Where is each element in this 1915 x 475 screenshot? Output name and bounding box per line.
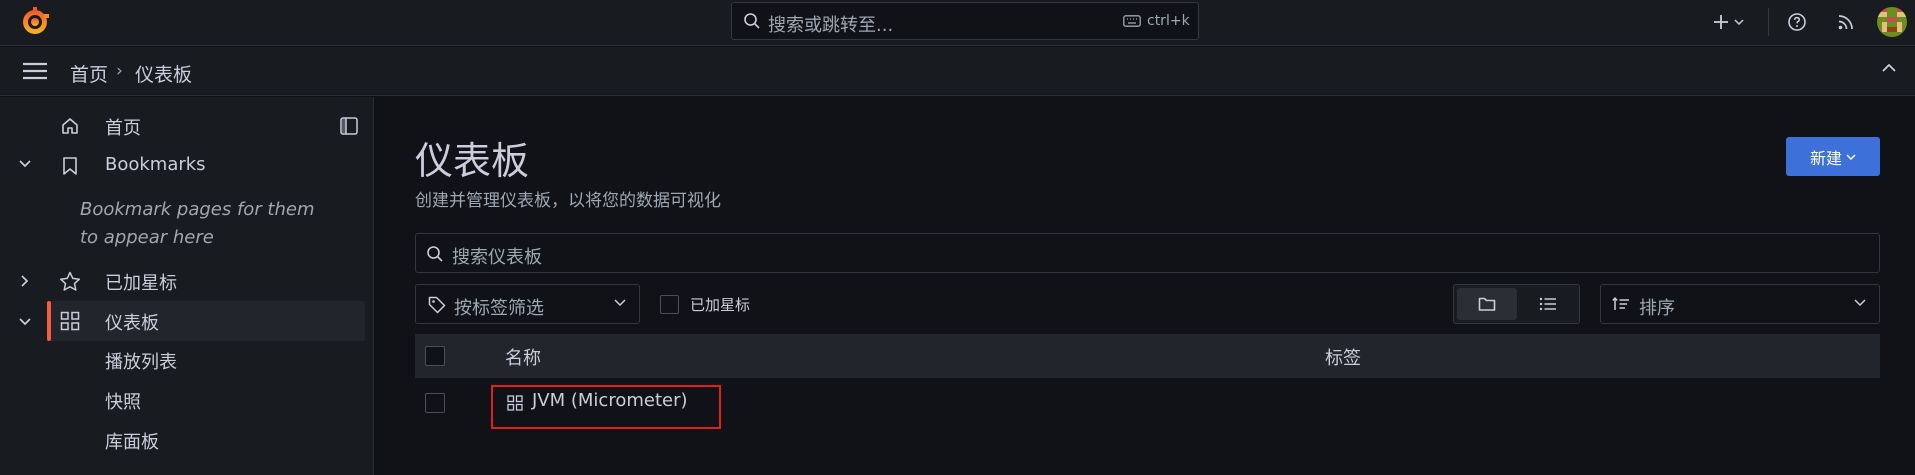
- chevron-down-icon: [1734, 19, 1744, 25]
- chevron-down-icon: [614, 299, 626, 306]
- menu-icon[interactable]: [22, 62, 48, 80]
- view-toggle: [1453, 284, 1580, 324]
- rss-icon: [1837, 13, 1855, 31]
- user-avatar[interactable]: [1877, 7, 1907, 37]
- sidebar-item-bookmarks[interactable]: Bookmarks: [50, 146, 365, 186]
- column-header-tags: 标签: [1325, 348, 1361, 369]
- page-title: 仪表板: [415, 139, 530, 183]
- topbar-divider: [1768, 8, 1769, 36]
- sidebar-item-playlists[interactable]: 播放列表: [105, 341, 365, 381]
- chevron-up-icon[interactable]: [1882, 64, 1896, 72]
- chevron-right-icon[interactable]: [21, 275, 29, 287]
- sort-icon: [1612, 297, 1630, 311]
- new-button[interactable]: 新建: [1786, 137, 1880, 176]
- help-icon: [1787, 12, 1807, 32]
- tag-icon: [428, 296, 446, 314]
- sidebar-item-label: Bookmarks: [105, 154, 206, 175]
- list-icon: [1539, 297, 1557, 311]
- keyboard-icon: [1123, 15, 1141, 27]
- sidebar-item-snapshots[interactable]: 快照: [105, 381, 365, 421]
- breadcrumb-home-link[interactable]: 首页: [70, 60, 108, 87]
- new-button-label: 新建: [1809, 148, 1842, 168]
- select-all-checkbox[interactable]: [425, 346, 445, 366]
- sidebar-item-label: 已加星标: [105, 273, 177, 294]
- active-indicator: [47, 301, 51, 341]
- search-icon: [426, 245, 444, 263]
- search-shortcut: ctrl+k: [1147, 13, 1190, 29]
- bookmark-empty-hint: Bookmark pages for them to appear here: [80, 199, 315, 248]
- chevron-down-icon[interactable]: [19, 160, 31, 168]
- top-bar: 搜索或跳转至... ctrl+k: [0, 0, 1915, 46]
- row-checkbox[interactable]: [425, 393, 445, 413]
- sidebar-item-dashboards[interactable]: 仪表板: [47, 301, 365, 341]
- dashboard-search-placeholder: 搜索仪表板: [452, 247, 542, 268]
- sidebar-item-starred[interactable]: 已加星标: [50, 261, 365, 301]
- breadcrumb-separator: ›: [116, 61, 123, 81]
- help-button[interactable]: [1783, 8, 1811, 36]
- breadcrumb-current: 仪表板: [135, 64, 193, 86]
- add-new-button[interactable]: [1706, 8, 1750, 36]
- sidebar-item-home[interactable]: 首页: [50, 106, 365, 146]
- tag-filter-select[interactable]: 按标签筛选: [415, 284, 640, 324]
- dashboard-search-input[interactable]: 搜索仪表板: [415, 233, 1880, 273]
- grafana-logo-icon[interactable]: [20, 6, 50, 36]
- list-view-button[interactable]: [1518, 288, 1578, 320]
- sidebar-item-label: 仪表板: [105, 313, 159, 334]
- chevron-down-icon: [1854, 299, 1866, 306]
- apps-icon: [60, 311, 80, 331]
- folder-view-button[interactable]: [1457, 288, 1517, 320]
- page-subtitle: 创建并管理仪表板，以将您的数据可视化: [415, 191, 721, 211]
- global-search-input[interactable]: 搜索或跳转至... ctrl+k: [731, 2, 1199, 40]
- sort-select[interactable]: 排序: [1600, 284, 1880, 324]
- sidebar-item-label: 快照: [105, 392, 141, 413]
- starred-checkbox-label[interactable]: 已加星标: [690, 294, 750, 315]
- breadcrumb-bar: 首页 › 仪表板: [0, 47, 1915, 96]
- sort-placeholder: 排序: [1639, 298, 1675, 319]
- global-search-placeholder: 搜索或跳转至...: [768, 15, 894, 36]
- sidebar-item-label: 播放列表: [105, 352, 177, 373]
- plus-icon: [1712, 13, 1730, 31]
- home-icon: [60, 116, 80, 136]
- tag-filter-placeholder: 按标签筛选: [454, 298, 544, 319]
- bookmark-icon: [62, 156, 78, 176]
- star-icon: [59, 271, 81, 292]
- sidebar-item-label: 首页: [105, 118, 141, 139]
- highlight-box: [491, 385, 721, 429]
- table-header: 名称 标签: [415, 334, 1880, 378]
- folder-icon: [1478, 296, 1496, 312]
- sidebar-item-label: 库面板: [105, 432, 159, 453]
- column-header-name: 名称: [505, 348, 541, 369]
- news-button[interactable]: [1832, 8, 1860, 36]
- chevron-down-icon[interactable]: [19, 318, 31, 326]
- starred-checkbox[interactable]: [660, 295, 679, 314]
- search-icon: [743, 12, 761, 30]
- sidebar-item-library-panels[interactable]: 库面板: [105, 421, 365, 461]
- chevron-down-icon: [1846, 153, 1856, 160]
